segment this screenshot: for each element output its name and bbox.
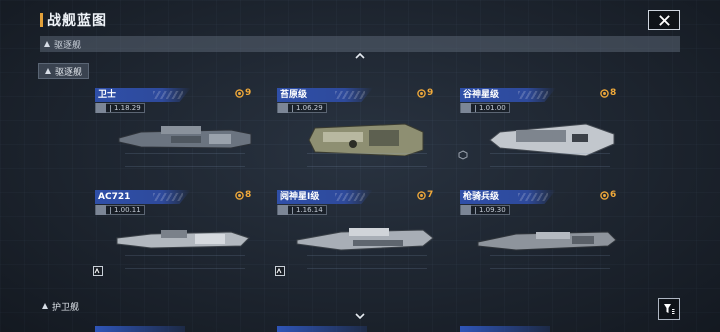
header: 战舰蓝图 bbox=[0, 0, 720, 36]
close-button[interactable] bbox=[648, 10, 680, 30]
triangle-up-icon bbox=[44, 41, 50, 47]
stat-icon bbox=[96, 103, 106, 113]
category-chip-label: 驱逐舰 bbox=[55, 67, 83, 78]
tier-emblem-icon bbox=[417, 88, 426, 98]
stat-icon bbox=[278, 205, 288, 215]
card-name: 枪骑兵级 bbox=[460, 190, 556, 204]
card-name: 卫士 bbox=[95, 88, 191, 102]
filter-icon bbox=[664, 304, 675, 314]
blueprint-card[interactable]: 阋神星I级 7 1.16.14 bbox=[275, 190, 435, 282]
tier-value: 8 bbox=[245, 190, 252, 200]
ship-blueprint-outline bbox=[125, 153, 245, 167]
category-chip-frigate[interactable]: 护卫舰 bbox=[38, 298, 85, 314]
card-name: AC721 bbox=[95, 190, 191, 204]
blueprint-card[interactable]: 苔原级 9 1.06.29 bbox=[277, 88, 435, 180]
triangle-up-icon bbox=[45, 68, 51, 74]
ship-blueprint-outline bbox=[490, 153, 610, 167]
next-row-peek bbox=[277, 326, 367, 332]
ship-blueprint-outline bbox=[490, 255, 610, 269]
ship-blueprint-outline bbox=[125, 255, 245, 269]
triangle-up-icon bbox=[42, 303, 48, 309]
stat-icon bbox=[461, 103, 471, 113]
tier-badge: 6 bbox=[600, 190, 616, 200]
ship-blueprint-outline bbox=[307, 153, 427, 167]
tier-value: 9 bbox=[427, 88, 434, 98]
blueprint-card[interactable]: 卫士 9 1.18.29 bbox=[95, 88, 253, 180]
section-band[interactable]: 驱逐舰 bbox=[40, 36, 680, 52]
stat-icon bbox=[278, 103, 288, 113]
tier-emblem-icon bbox=[600, 190, 609, 200]
chevron-up-icon[interactable] bbox=[355, 53, 365, 59]
card-name: 苔原级 bbox=[277, 88, 373, 102]
hexagon-icon bbox=[458, 150, 468, 160]
tier-badge: 9 bbox=[235, 88, 251, 98]
blueprint-card[interactable]: AC721 8 1.00.11 bbox=[93, 190, 253, 282]
tier-badge: 8 bbox=[235, 190, 251, 200]
tier-emblem-icon bbox=[417, 190, 426, 200]
tier-badge: 8 bbox=[600, 88, 616, 98]
tier-value: 9 bbox=[245, 88, 252, 98]
tier-badge: 9 bbox=[417, 88, 433, 98]
filter-button[interactable] bbox=[658, 298, 680, 320]
next-row-peek bbox=[95, 326, 185, 332]
stat-icon bbox=[461, 205, 471, 215]
tier-value: 8 bbox=[610, 88, 617, 98]
card-name: 阋神星I级 bbox=[277, 190, 373, 204]
ship-image bbox=[116, 230, 250, 249]
tier-emblem-icon bbox=[235, 88, 244, 98]
card-name: 谷神星级 bbox=[460, 88, 556, 102]
star-rank-icon bbox=[275, 266, 285, 276]
ship-image bbox=[118, 126, 252, 149]
ship-image bbox=[489, 123, 615, 156]
category-chip-destroyer[interactable]: 驱逐舰 bbox=[38, 63, 90, 79]
ship-image bbox=[477, 231, 617, 251]
chevron-down-icon[interactable] bbox=[355, 313, 365, 319]
ship-image bbox=[308, 123, 424, 156]
ship-image bbox=[296, 228, 434, 251]
tier-emblem-icon bbox=[600, 88, 609, 98]
tier-badge: 7 bbox=[417, 190, 433, 200]
tier-emblem-icon bbox=[235, 190, 244, 200]
next-row-peek bbox=[460, 326, 550, 332]
ship-blueprint-outline bbox=[307, 255, 427, 269]
blueprint-card[interactable]: 枪骑兵级 6 1.09.30 bbox=[460, 190, 618, 282]
title-accent-bar bbox=[40, 13, 43, 27]
tier-value: 6 bbox=[610, 190, 617, 200]
tier-value: 7 bbox=[427, 190, 434, 200]
category-chip-label: 护卫舰 bbox=[52, 302, 80, 313]
section-band-label: 驱逐舰 bbox=[54, 40, 82, 51]
stat-icon bbox=[96, 205, 106, 215]
star-rank-icon bbox=[93, 266, 103, 276]
close-icon bbox=[658, 14, 670, 26]
blueprint-card[interactable]: 谷神星级 8 1.01.00 bbox=[458, 88, 618, 180]
page-title: 战舰蓝图 bbox=[47, 13, 107, 29]
